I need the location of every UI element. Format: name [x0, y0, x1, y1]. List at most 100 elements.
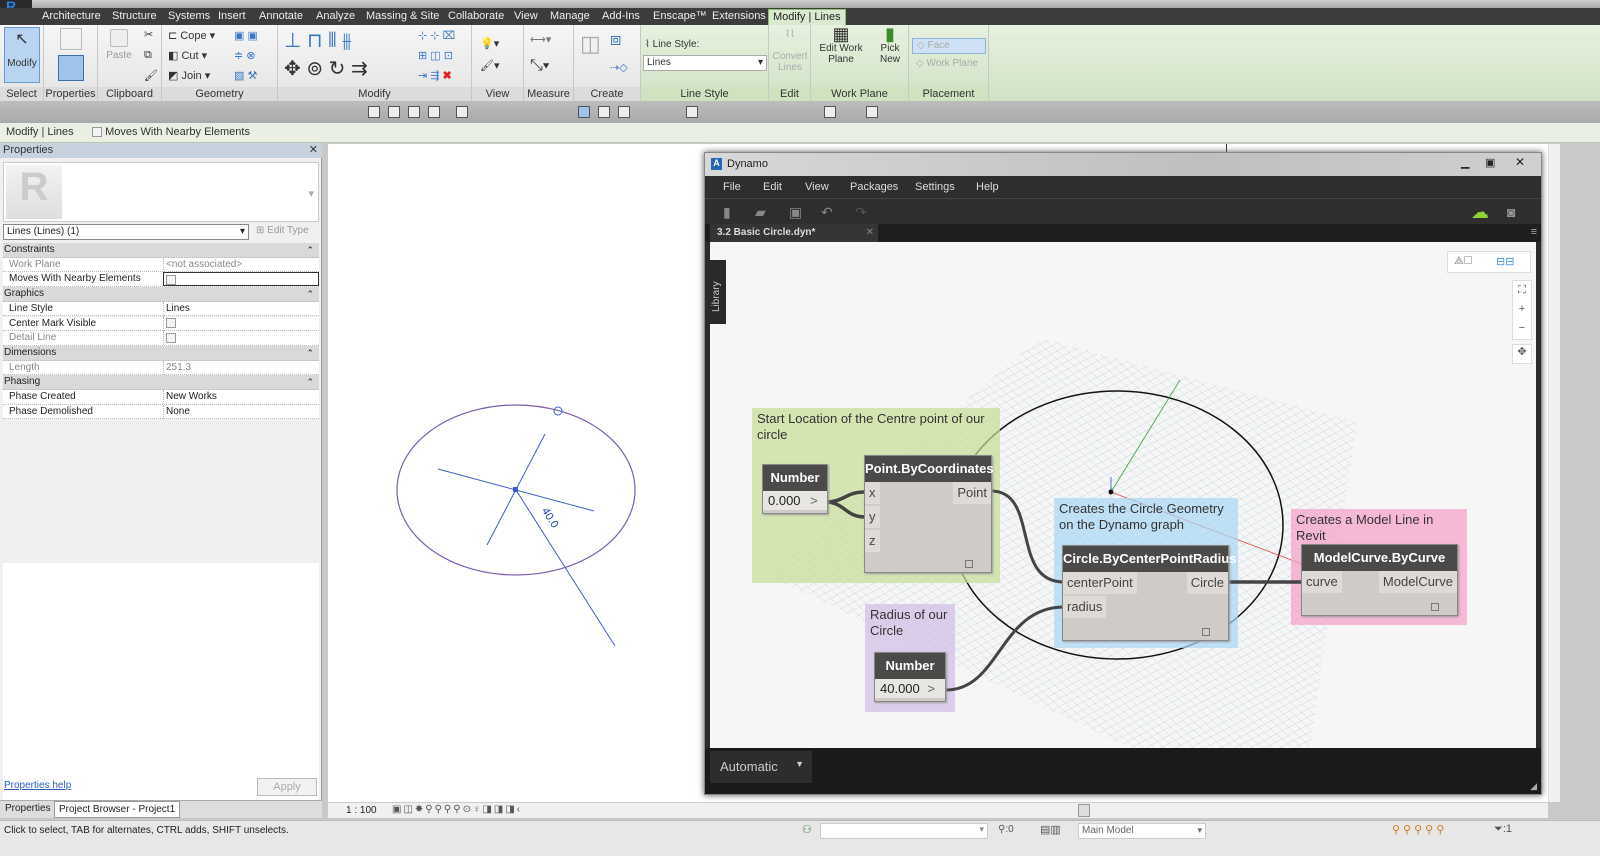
property-group[interactable]: Phasing ⌃: [3, 375, 319, 390]
dimension-icon[interactable]: ⤡▾: [530, 57, 550, 75]
number-input[interactable]: 40.000 >: [875, 679, 945, 698]
new-icon[interactable]: [368, 106, 380, 118]
tab-analyze[interactable]: Analyze: [312, 9, 359, 25]
modify-button[interactable]: ↖ Modify: [4, 27, 40, 83]
paste-button[interactable]: Paste: [104, 29, 134, 61]
property-group[interactable]: Graphics ⌃: [3, 287, 319, 302]
checkbox[interactable]: [166, 332, 176, 343]
preview-toggle-icon[interactable]: [1431, 603, 1439, 611]
checkbox[interactable]: [166, 274, 176, 285]
wrench-icon[interactable]: [866, 106, 878, 118]
property-value[interactable]: Lines: [163, 301, 319, 316]
menu-help[interactable]: Help: [976, 181, 999, 193]
tab-menu-icon[interactable]: ≡: [1531, 226, 1537, 238]
override-graphics-icon[interactable]: 🖌▾: [480, 59, 500, 72]
zoom-out-icon[interactable]: −: [1513, 319, 1531, 338]
property-value[interactable]: [163, 316, 319, 331]
delete-icon[interactable]: ⇥ ⇶ ✖: [418, 69, 452, 82]
property-group[interactable]: Dimensions ⌃: [3, 345, 319, 361]
array-icon[interactable]: ⊞ ◫ ⊡: [418, 49, 453, 62]
maximize-button[interactable]: ▣: [1485, 156, 1495, 169]
input-port-x[interactable]: x: [865, 482, 880, 504]
edit-work-plane-button[interactable]: ▦ Edit Work Plane: [813, 25, 869, 65]
model-curve-by-curve-node[interactable]: ModelCurve.ByCurve curve ModelCurve: [1301, 544, 1458, 616]
collapse-icon[interactable]: ⌃: [306, 346, 314, 360]
tab-massing-site[interactable]: Massing & Site: [362, 9, 443, 25]
edit-type-button[interactable]: ⊞ Edit Type: [256, 225, 309, 236]
number-node-radius[interactable]: Number 40.000 >: [874, 652, 946, 702]
copy-icon[interactable]: ⧉: [144, 49, 152, 62]
checkbox[interactable]: [92, 127, 102, 138]
preview-toggle-icon[interactable]: [1202, 628, 1210, 636]
point-by-coordinates-node[interactable]: Point.ByCoordinates x y z Point: [864, 455, 994, 573]
cut-button[interactable]: ◧ Cut ▾: [168, 49, 207, 62]
open-file-icon[interactable]: ▰: [755, 204, 766, 221]
dynamo-canvas[interactable]: Start Location of the Centre point of ou…: [710, 242, 1536, 748]
menu-settings[interactable]: Settings: [915, 181, 955, 193]
workset-dropdown[interactable]: ▾: [820, 823, 988, 839]
undo-icon[interactable]: ↶: [821, 204, 833, 221]
filter-icon[interactable]: ⏷:1: [1494, 823, 1512, 836]
input-port-y[interactable]: y: [865, 506, 880, 528]
convert-lines-button[interactable]: ⌇⌇ Convert Lines: [771, 29, 809, 73]
menu-edit[interactable]: Edit: [763, 181, 782, 193]
create-part-icon[interactable]: ◫: [580, 31, 601, 57]
close-hidden-icon[interactable]: [598, 106, 610, 118]
property-group[interactable]: Constraints ⌃: [3, 243, 319, 258]
similar-icon[interactable]: ⇢◇: [610, 61, 628, 74]
match-properties-icon[interactable]: 🖌: [144, 69, 158, 82]
property-value[interactable]: <not associated>: [163, 257, 319, 272]
editing-requests[interactable]: ⚲:0: [998, 824, 1014, 835]
tab-properties[interactable]: Properties: [2, 803, 54, 814]
type-selector[interactable]: Lines (Lines) (1) ▾: [3, 224, 249, 240]
input-port-radius[interactable]: radius: [1063, 596, 1107, 618]
chevron-down-icon[interactable]: ▾: [308, 187, 314, 200]
pick-new-button[interactable]: ▮ Pick New: [875, 25, 905, 65]
camera-icon[interactable]: ◙: [1507, 204, 1515, 220]
property-value[interactable]: New Works: [163, 390, 319, 404]
collapse-icon[interactable]: ⌃: [306, 287, 314, 301]
line-style-select[interactable]: Lines ▾: [643, 55, 767, 71]
number-input[interactable]: 0.000 >: [763, 491, 827, 510]
tab-structure[interactable]: Structure: [108, 9, 161, 25]
cut-scissors-icon[interactable]: ✂: [144, 28, 153, 41]
input-port-z[interactable]: z: [865, 530, 880, 552]
horizontal-scrollbar-thumb[interactable]: [1078, 804, 1090, 817]
preview-toggle-icon[interactable]: [965, 560, 973, 568]
move-icon[interactable]: ✥ ⊚ ↻ ⇉: [284, 56, 368, 81]
new-file-icon[interactable]: ▮: [723, 204, 731, 221]
center-point[interactable]: [513, 487, 518, 492]
tab-enscape[interactable]: Enscape™: [649, 9, 711, 25]
work-plane-button[interactable]: ◇ Work Plane: [912, 57, 982, 70]
vertical-scrollbar[interactable]: [1548, 144, 1560, 802]
undo-icon[interactable]: [428, 106, 440, 118]
join-button[interactable]: ◩ Join ▾: [168, 69, 210, 82]
tab-project-browser[interactable]: Project Browser - Project1: [54, 801, 181, 818]
properties-help-link[interactable]: Properties help: [4, 780, 71, 791]
measure-icon[interactable]: ⟷▾: [530, 33, 551, 46]
tab-modify-lines[interactable]: Modify | Lines: [768, 9, 846, 25]
view-scale[interactable]: 1 : 100: [346, 805, 377, 816]
save-icon[interactable]: ▣: [789, 204, 802, 221]
lightbulb-icon[interactable]: 💡▾: [480, 37, 499, 50]
open-icon[interactable]: [388, 106, 400, 118]
file-tab[interactable]: 3.2 Basic Circle.dyn* ✕: [710, 224, 878, 242]
3d-view-icon[interactable]: [686, 106, 698, 118]
menu-file[interactable]: File: [723, 181, 741, 193]
view-control-icons[interactable]: ▣◫✸⚲⚲⚲⚲⊙♀◨◨◨‹: [392, 804, 522, 815]
close-button[interactable]: ✕: [1515, 155, 1525, 169]
switch-windows-icon[interactable]: [618, 106, 630, 118]
output-port-point[interactable]: Point: [953, 482, 991, 504]
property-value[interactable]: [163, 272, 319, 287]
save-icon[interactable]: [408, 106, 420, 118]
measure-qat-icon[interactable]: [824, 106, 836, 118]
circle-by-center-point-radius-node[interactable]: Circle.ByCenterPointRadius centerPoint r…: [1062, 545, 1236, 641]
output-port-modelcurve[interactable]: ModelCurve: [1378, 571, 1457, 593]
select-dropdown[interactable]: Select: [0, 87, 43, 101]
graph-view-icon[interactable]: ⊟⊟: [1496, 255, 1514, 268]
tab-architecture[interactable]: Architecture: [38, 9, 105, 25]
moves-with-nearby-toggle[interactable]: Moves With Nearby Elements: [92, 126, 250, 138]
close-icon[interactable]: ✕: [309, 143, 318, 158]
face-button[interactable]: ◇ Face: [912, 38, 986, 54]
properties-button[interactable]: [58, 55, 84, 81]
